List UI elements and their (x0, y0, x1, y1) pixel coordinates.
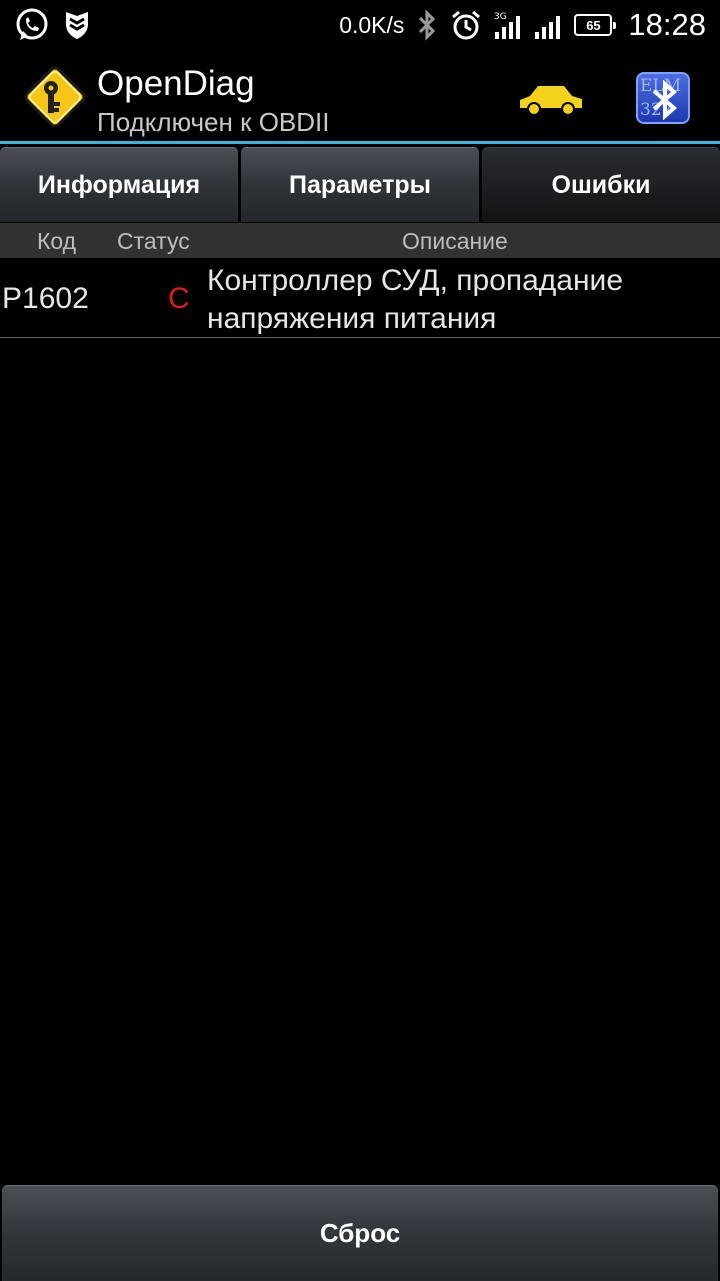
app-title: OpenDiag (97, 64, 255, 103)
tab-bar: Информация Параметры Ошибки (0, 147, 720, 223)
tab-label: Информация (37, 170, 201, 199)
car-icon[interactable] (516, 78, 586, 118)
tab-label: Параметры (289, 170, 431, 199)
tab-errors[interactable]: Ошибки (482, 147, 720, 222)
error-description: Контроллер СУД, пропадание напряжения пи… (207, 264, 624, 335)
error-code: P1602 (2, 282, 89, 315)
signal-icon (535, 16, 561, 39)
column-header-status: Статус (117, 228, 190, 254)
reset-button-label: Сброс (319, 1218, 401, 1248)
status-bar: 0.0K/s 3G 65 18:28 (0, 0, 720, 50)
bluetooth-icon (419, 9, 436, 41)
app-logo-icon (24, 66, 86, 128)
bluetooth-connect-button[interactable]: ELM 327 (636, 72, 690, 124)
error-status: С (168, 282, 190, 315)
network-type-label: 3G (494, 12, 507, 22)
column-header-description: Описание (402, 228, 508, 254)
net-speed: 0.0K/s (339, 11, 405, 38)
alarm-icon (452, 10, 481, 40)
whatsapp-icon (16, 8, 48, 40)
connection-status: Подключен к OBDII (97, 107, 330, 137)
signal-3g-icon: 3G (494, 12, 521, 39)
shield-icon (66, 12, 88, 39)
battery-icon: 65 (574, 14, 617, 36)
battery-level: 65 (586, 17, 601, 33)
tab-parameters[interactable]: Параметры (241, 147, 479, 222)
bluetooth-icon (652, 80, 678, 120)
reset-button[interactable]: Сброс (2, 1185, 718, 1281)
tab-info[interactable]: Информация (0, 147, 238, 222)
table-row[interactable]: P1602 С Контроллер СУД, пропадание напря… (0, 258, 720, 338)
table-header: Код Статус Описание (0, 223, 720, 258)
tab-label: Ошибки (551, 170, 651, 199)
clock: 18:28 (628, 7, 706, 42)
column-header-code: Код (37, 228, 77, 254)
action-bar: OpenDiag Подключен к OBDII ELM 327 (0, 50, 720, 144)
